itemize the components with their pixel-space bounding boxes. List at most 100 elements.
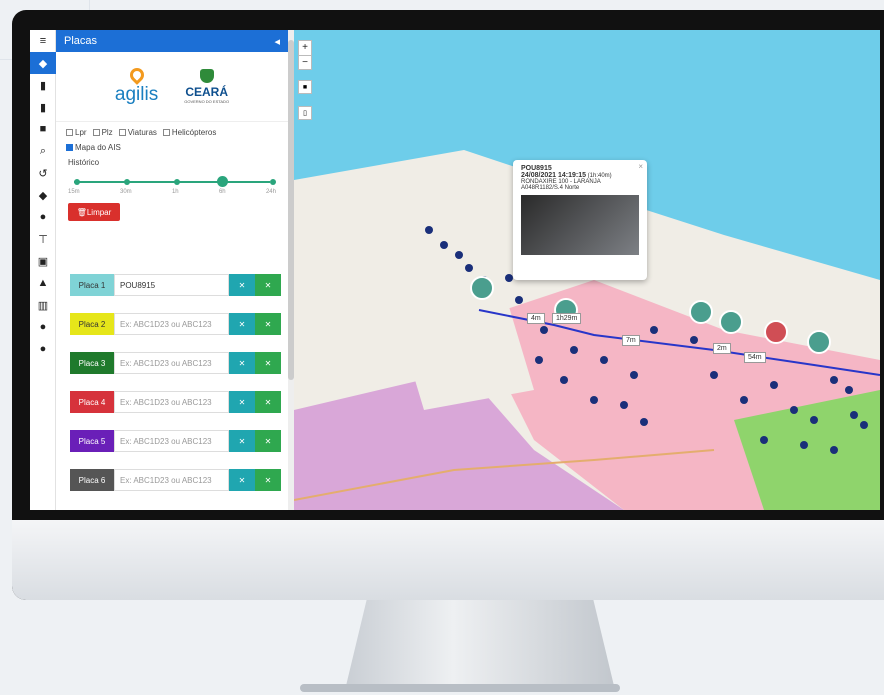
camera-marker[interactable] [620, 401, 628, 409]
plate-input[interactable]: Ex: ABC1D23 ou ABC123 [114, 469, 229, 491]
document-icon[interactable]: ▮ [30, 74, 56, 96]
documents-icon[interactable]: ▮ [30, 96, 56, 118]
filter-lpr[interactable]: Lpr [66, 128, 87, 137]
fire-icon[interactable]: ● [30, 206, 56, 228]
zoom-control: + − [298, 40, 312, 70]
plates-panel: Placas ◂ agilis CEARÁ GOVERNO DO ESTADO … [56, 30, 288, 510]
camera-marker[interactable] [740, 396, 748, 404]
monitor-chin [12, 520, 884, 600]
camera-marker[interactable] [800, 441, 808, 449]
camera-marker[interactable] [425, 226, 433, 234]
hide-camera-button[interactable]: ✕ [229, 391, 255, 413]
vehicle-pin-icon[interactable] [807, 330, 831, 354]
camera-marker[interactable] [590, 396, 598, 404]
plate-row: Placa 1 POU8915 ✕ ✕ [70, 274, 281, 296]
history-ticks: 15m 30m 1h 6h 24h [68, 189, 276, 195]
filter-plz[interactable]: Plz [92, 128, 113, 137]
camera-marker[interactable] [630, 371, 638, 379]
plate-input[interactable]: Ex: ABC1D23 ou ABC123 [114, 430, 229, 452]
vehicle-pin-icon[interactable] [689, 300, 713, 324]
video-camera-icon[interactable]: ■ [30, 118, 56, 140]
camera-marker[interactable] [600, 356, 608, 364]
car-icon[interactable]: ◆ [30, 52, 56, 74]
camera-marker[interactable] [570, 346, 578, 354]
ceara-logo-text: CEARÁ [185, 85, 228, 99]
search-icon[interactable]: ⌕ [30, 140, 56, 162]
lock-icon[interactable]: ▣ [30, 250, 56, 272]
menu-icon[interactable]: ≡ [30, 30, 56, 52]
filter-mapa-ais[interactable]: Mapa do AIS [66, 143, 278, 152]
duration-label: 1h29m [552, 313, 582, 324]
camera-marker[interactable] [465, 264, 473, 272]
hide-route-button[interactable]: ✕ [255, 313, 281, 335]
hide-camera-button[interactable]: ✕ [229, 313, 255, 335]
bar-chart-icon[interactable]: ▥ [30, 294, 56, 316]
camera-marker[interactable] [640, 418, 648, 426]
draw-square-tool[interactable]: ■ [298, 80, 312, 94]
zoom-out-button[interactable]: − [299, 55, 311, 69]
hide-camera-button[interactable]: ✕ [229, 274, 255, 296]
network-icon[interactable]: ⊤ [30, 228, 56, 250]
hide-camera-button[interactable]: ✕ [229, 430, 255, 452]
layer-filters: Lpr Plz Viaturas Helicópteros Mapa do AI… [56, 122, 288, 158]
hide-route-button[interactable]: ✕ [255, 391, 281, 413]
plate-input[interactable]: Ex: ABC1D23 ou ABC123 [114, 352, 229, 374]
plate-label: Placa 5 [70, 430, 114, 452]
camera-marker[interactable] [845, 386, 853, 394]
camera-marker[interactable] [650, 326, 658, 334]
plate-input[interactable]: POU8915 [114, 274, 229, 296]
history-slider[interactable] [74, 175, 276, 189]
duration-label: 4m [527, 313, 545, 324]
camera-marker[interactable] [760, 436, 768, 444]
camera-marker[interactable] [850, 411, 858, 419]
vehicle-pin-icon[interactable] [764, 320, 788, 344]
zoom-in-button[interactable]: + [299, 41, 311, 55]
hide-route-button[interactable]: ✕ [255, 352, 281, 374]
popup-plate: POU8915 [521, 165, 552, 172]
plate-label: Placa 1 [70, 274, 114, 296]
camera-marker[interactable] [540, 326, 548, 334]
plate-input[interactable]: Ex: ABC1D23 ou ABC123 [114, 391, 229, 413]
ceara-shield-icon [199, 69, 214, 83]
delete-tool[interactable]: ▯ [298, 106, 312, 120]
hide-route-button[interactable]: ✕ [255, 274, 281, 296]
camera-marker[interactable] [860, 421, 868, 429]
close-icon[interactable]: × [638, 162, 643, 171]
camera-marker[interactable] [535, 356, 543, 364]
plate-input[interactable]: Ex: ABC1D23 ou ABC123 [114, 313, 229, 335]
camera-marker[interactable] [790, 406, 798, 414]
user-icon[interactable]: ● [30, 338, 56, 360]
filter-helicopteros[interactable]: Helicópteros [162, 128, 216, 137]
camera-marker[interactable] [690, 336, 698, 344]
history-icon[interactable]: ↺ [30, 162, 56, 184]
camera-marker[interactable] [515, 296, 523, 304]
agilis-logo-text: agilis [114, 83, 159, 105]
camera-marker[interactable] [560, 376, 568, 384]
clear-button[interactable]: 🗑 Limpar [68, 203, 120, 221]
camera-marker[interactable] [505, 274, 513, 282]
camera-photo[interactable] [521, 195, 639, 255]
camera-marker[interactable] [770, 381, 778, 389]
camera-marker[interactable] [830, 446, 838, 454]
camera-marker[interactable] [440, 241, 448, 249]
duration-label: 2m [713, 343, 731, 354]
camera-marker[interactable] [455, 251, 463, 259]
hide-camera-button[interactable]: ✕ [229, 469, 255, 491]
slider-handle[interactable] [217, 176, 228, 187]
camera-marker[interactable] [710, 371, 718, 379]
hide-route-button[interactable]: ✕ [255, 469, 281, 491]
agilis-logo: agilis [114, 64, 159, 106]
panel-title: Placas [64, 35, 98, 47]
route-icon[interactable]: ◆ [30, 184, 56, 206]
map-pin-icon[interactable]: ● [30, 316, 56, 338]
collapse-icon[interactable]: ◂ [274, 35, 280, 48]
vehicle-pin-icon[interactable] [719, 310, 743, 334]
camera-marker[interactable] [810, 416, 818, 424]
filter-viaturas[interactable]: Viaturas [118, 128, 157, 137]
chart-icon[interactable]: ▲ [30, 272, 56, 294]
camera-marker[interactable] [830, 376, 838, 384]
vehicle-pin-icon[interactable] [470, 276, 494, 300]
hide-camera-button[interactable]: ✕ [229, 352, 255, 374]
monitor-stand [345, 600, 615, 690]
hide-route-button[interactable]: ✕ [255, 430, 281, 452]
